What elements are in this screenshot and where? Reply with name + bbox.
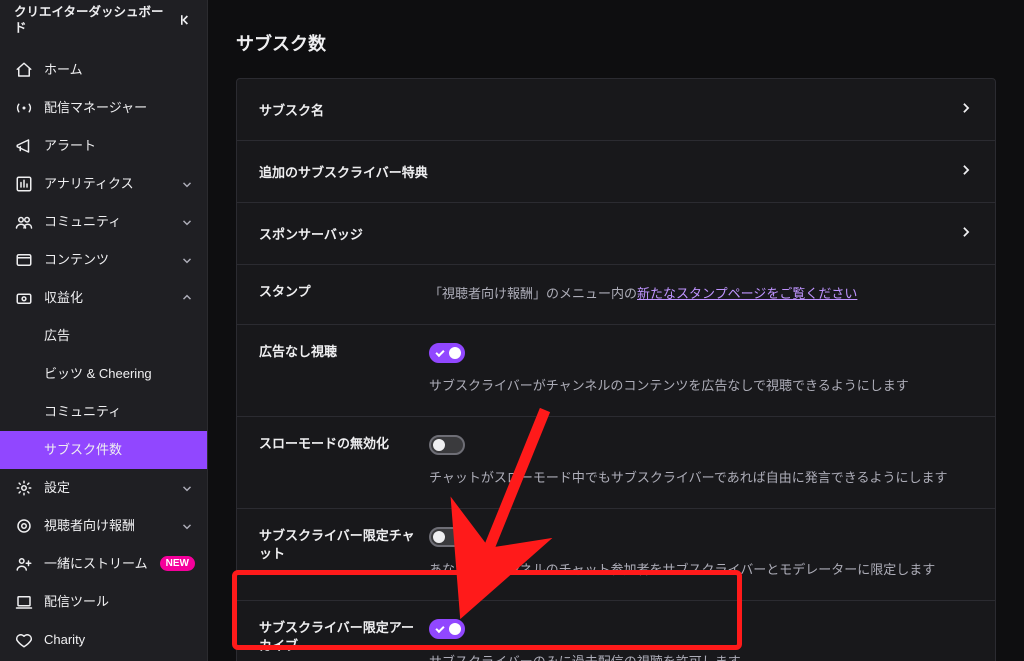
sidebar-item-live[interactable]: 配信マネージャー (0, 89, 207, 127)
sidebar-item-label: 収益化 (44, 287, 179, 309)
sidebar-item-label: ホーム (44, 59, 195, 81)
row-label: サブスク名 (259, 100, 324, 119)
row-sub-only-chat: サブスクライバー限定チャット あなたのチャンネルのチャット参加者をサブスクライバ… (237, 509, 995, 601)
row-label: サブスクライバー限定チャット (259, 527, 429, 578)
sidebar-item-home[interactable]: ホーム (0, 51, 207, 89)
sidebar-item-settings[interactable]: 設定 (0, 469, 207, 507)
toggle-sub-archive[interactable] (429, 619, 465, 639)
content-icon (14, 250, 34, 270)
sidebar-item-label: 配信マネージャー (44, 97, 195, 119)
sidebar-header: クリエイターダッシュボード (0, 0, 207, 41)
sidebar-item-label: 一緒にストリーム (44, 553, 154, 575)
chevron-right-icon (959, 101, 973, 118)
charity-icon (14, 630, 34, 650)
row-description: 「視聴者向け報酬」のメニュー内の新たなスタンプページをご覧ください (429, 283, 973, 302)
row-extra-perk[interactable]: 追加のサブスクライバー特典 (237, 141, 995, 203)
badge-new: NEW (160, 556, 195, 571)
sidebar-item-label: 設定 (44, 477, 179, 499)
row-stamp: スタンプ 「視聴者向け報酬」のメニュー内の新たなスタンプページをご覧ください (237, 265, 995, 325)
toggle-sub-chat[interactable] (429, 527, 465, 547)
sidebar-item-label: アナリティクス (44, 173, 179, 195)
row-ad-free: 広告なし視聴 サブスクライバーがチャンネルのコンテンツを広告なしで視聴できるよう… (237, 325, 995, 417)
chevron-right-icon (959, 225, 973, 242)
sidebar-item-monetize[interactable]: 収益化 (0, 279, 207, 317)
sidebar-item-together[interactable]: 一緒にストリーム NEW (0, 545, 207, 583)
sidebar-item-label: 視聴者向け報酬 (44, 515, 179, 537)
row-label: スローモードの無効化 (259, 435, 429, 486)
main-content: サブスク数 サブスク名 追加のサブスクライバー特典 スポンサーバッジ スタンプ … (208, 0, 1024, 661)
sidebar-item-tools[interactable]: 配信ツール (0, 583, 207, 621)
row-description: チャットがスローモード中でもサブスクライバーであれば自由に発言できるようにします (429, 467, 973, 486)
sidebar-item-label: コミュニティ (44, 211, 179, 233)
stamp-desc-before: 「視聴者向け報酬」のメニュー内の (429, 286, 637, 301)
row-sub-name[interactable]: サブスク名 (237, 79, 995, 141)
row-slow-mode: スローモードの無効化 チャットがスローモード中でもサブスクライバーであれば自由に… (237, 417, 995, 509)
sidebar-item-community[interactable]: コミュニティ (0, 203, 207, 241)
sidebar-item-label: Charity (44, 629, 195, 651)
row-sub-only-archive: サブスクライバー限定アーカイブ サブスクライバーのみに過去配信の視聴を許可します (237, 601, 995, 661)
toggle-ad-free[interactable] (429, 343, 465, 363)
row-sponsor-badge[interactable]: スポンサーバッジ (237, 203, 995, 265)
alert-icon (14, 136, 34, 156)
sidebar-subitem[interactable]: コミュニティ (0, 393, 207, 431)
settings-icon (14, 478, 34, 498)
chevron-down-icon (179, 518, 195, 534)
settings-panel: サブスク名 追加のサブスクライバー特典 スポンサーバッジ スタンプ 「視聴者向け… (236, 78, 996, 661)
sidebar: クリエイターダッシュボード ホーム配信マネージャーアラートアナリティクスコミュニ… (0, 0, 208, 661)
community-icon (14, 212, 34, 232)
row-label: 広告なし視聴 (259, 343, 429, 394)
chevron-right-icon (959, 163, 973, 180)
row-label: サブスクライバー限定アーカイブ (259, 619, 429, 661)
monetize-icon (14, 288, 34, 308)
row-description: サブスクライバーがチャンネルのコンテンツを広告なしで視聴できるようにします (429, 375, 973, 394)
page-title: サブスク数 (236, 30, 996, 56)
sidebar-item-analytics[interactable]: アナリティクス (0, 165, 207, 203)
sidebar-item-alert[interactable]: アラート (0, 127, 207, 165)
row-label: スタンプ (259, 283, 429, 302)
together-icon (14, 554, 34, 574)
chevron-up-icon (179, 290, 195, 306)
row-description: サブスクライバーのみに過去配信の視聴を許可します (429, 651, 973, 661)
stamp-link[interactable]: 新たなスタンプページをご覧ください (637, 286, 857, 301)
home-icon (14, 60, 34, 80)
toggle-slow-mode[interactable] (429, 435, 465, 455)
tools-icon (14, 592, 34, 612)
sidebar-item-content[interactable]: コンテンツ (0, 241, 207, 279)
analytics-icon (14, 174, 34, 194)
live-icon (14, 98, 34, 118)
row-label: スポンサーバッジ (259, 224, 363, 243)
sidebar-collapse-button[interactable] (175, 10, 195, 30)
sidebar-item-label: コンテンツ (44, 249, 179, 271)
row-label: 追加のサブスクライバー特典 (259, 162, 428, 181)
chevron-down-icon (179, 176, 195, 192)
sidebar-item-label: 配信ツール (44, 591, 195, 613)
sidebar-item-charity[interactable]: Charity (0, 621, 207, 659)
sidebar-title: クリエイターダッシュボード (14, 4, 175, 37)
chevron-down-icon (179, 214, 195, 230)
sidebar-subitem[interactable]: 広告 (0, 317, 207, 355)
reward-icon (14, 516, 34, 536)
sidebar-item-label: アラート (44, 135, 195, 157)
chevron-down-icon (179, 252, 195, 268)
row-description: あなたのチャンネルのチャット参加者をサブスクライバーとモデレーターに限定します (429, 559, 973, 578)
sidebar-nav: ホーム配信マネージャーアラートアナリティクスコミュニティコンテンツ収益化広告ビッ… (0, 51, 207, 659)
sidebar-subitem[interactable]: サブスク件数 (0, 431, 207, 469)
sidebar-item-reward[interactable]: 視聴者向け報酬 (0, 507, 207, 545)
chevron-down-icon (179, 480, 195, 496)
sidebar-subitem[interactable]: ビッツ & Cheering (0, 355, 207, 393)
